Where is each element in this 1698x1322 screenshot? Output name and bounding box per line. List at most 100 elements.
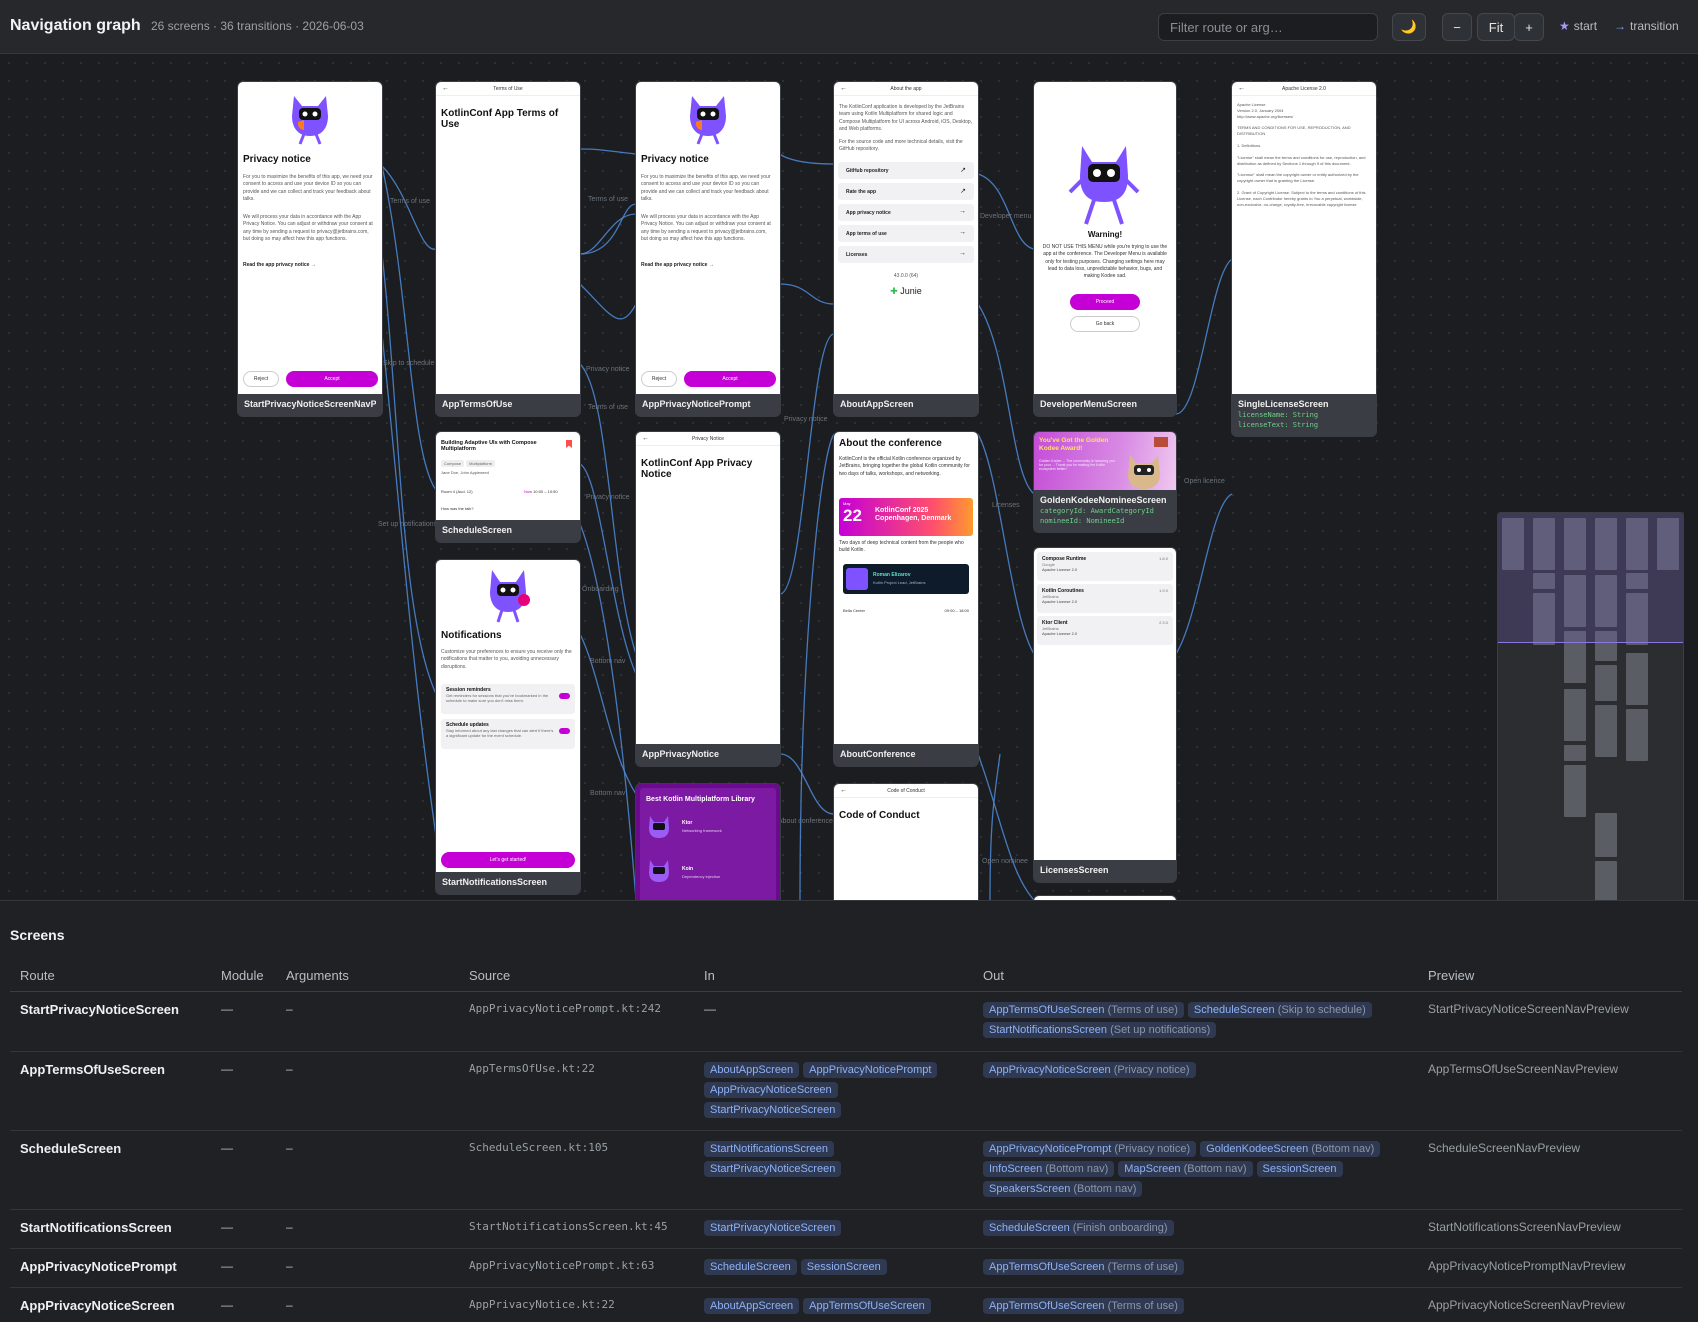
node-licenses-screen[interactable]: Compose Runtime Google Apache License 2.… bbox=[1034, 548, 1176, 882]
preview-heading: Privacy notice bbox=[641, 154, 709, 165]
route-chip[interactable]: MapScreen (Bottom nav) bbox=[1118, 1160, 1253, 1177]
table-row[interactable]: StartNotificationsScreen — – StartNotifi… bbox=[10, 1209, 1682, 1249]
route-chip[interactable]: GoldenKodeeScreen (Bottom nav) bbox=[1200, 1140, 1381, 1157]
source-cell: AppPrivacyNoticePrompt.kt:242 bbox=[459, 991, 694, 1052]
node-caption: AppPrivacyNoticePrompt bbox=[636, 394, 780, 416]
route-chip[interactable]: SessionScreen bbox=[800, 1258, 887, 1275]
license-text: http://www.apache.org/licenses/ bbox=[1237, 113, 1294, 119]
node-caption: DeveloperMenuScreen bbox=[1034, 394, 1176, 416]
node-developer-menu-screen[interactable]: Warning! DO NOT USE THIS MENU while you'… bbox=[1034, 82, 1176, 416]
preview-body: We will process your data in accordance … bbox=[641, 214, 771, 242]
top-bar: Navigation graph 26 screens · 36 transit… bbox=[0, 0, 1698, 54]
route-chip[interactable]: StartNotificationsScreen (Set up notific… bbox=[983, 1021, 1217, 1038]
module-cell: — bbox=[211, 991, 276, 1052]
session-time: Now 10:00 – 10:50 bbox=[524, 489, 558, 494]
session-speakers: Jane Doe, John Appleseed bbox=[441, 470, 489, 475]
edge-label: Privacy notice bbox=[586, 366, 630, 373]
column-header[interactable]: Out bbox=[973, 960, 1418, 992]
node-golden-kodee-category[interactable]: Best Kotlin Multiplatform Library Ktor N… bbox=[636, 784, 780, 900]
theme-toggle-button[interactable]: 🌙 bbox=[1392, 13, 1426, 41]
panel-title: Screens bbox=[10, 927, 65, 943]
route-chip[interactable]: AppPrivacyNoticeScreen (Privacy notice) bbox=[983, 1061, 1196, 1078]
reject-button: Reject bbox=[641, 371, 677, 387]
route-chip[interactable]: ScheduleScreen (Finish onboarding) bbox=[983, 1219, 1174, 1236]
route-chip[interactable]: AppTermsOfUseScreen bbox=[803, 1297, 931, 1314]
route-chip[interactable]: StartPrivacyNoticeScreen bbox=[704, 1219, 842, 1236]
route-chip[interactable]: AppPrivacyNoticePrompt bbox=[803, 1061, 938, 1078]
minimap-node bbox=[1626, 653, 1648, 705]
award-subtitle: Golden Kodee ... The community is honori… bbox=[1039, 459, 1115, 471]
column-header[interactable]: Preview bbox=[1418, 960, 1682, 992]
preview-top-bar: ← Privacy Notice bbox=[636, 432, 780, 446]
venue-time: 09:00 – 18:00 bbox=[944, 608, 969, 613]
venue-name: Bella Center bbox=[843, 608, 866, 613]
column-header[interactable]: In bbox=[694, 960, 973, 992]
route-chip[interactable]: ScheduleScreen bbox=[704, 1258, 797, 1275]
route-chip[interactable]: InfoScreen (Bottom nav) bbox=[983, 1160, 1115, 1177]
edge-label: About conference bbox=[778, 818, 833, 825]
zoom-in-button[interactable]: + bbox=[1514, 13, 1544, 41]
route-chip[interactable]: SpeakersScreen (Bottom nav) bbox=[983, 1180, 1143, 1197]
edge-label: Terms of use bbox=[390, 198, 431, 205]
edge bbox=[579, 213, 637, 255]
source-cell: AppTermsOfUse.kt:22 bbox=[459, 1051, 694, 1131]
route-chip[interactable]: StartPrivacyNoticeScreen bbox=[704, 1160, 842, 1177]
route-chip[interactable]: ScheduleScreen (Skip to schedule) bbox=[1187, 1001, 1372, 1018]
table-row[interactable]: ScheduleScreen — – ScheduleScreen.kt:105… bbox=[10, 1130, 1682, 1210]
table-row[interactable]: AppTermsOfUseScreen — – AppTermsOfUse.kt… bbox=[10, 1051, 1682, 1131]
node-schedule-screen[interactable]: Building Adaptive UIs with Compose Multi… bbox=[436, 432, 580, 542]
node-start-privacy-notice[interactable]: Privacy notice For you to maximize the b… bbox=[238, 82, 382, 416]
route-chip[interactable]: StartPrivacyNoticeScreen bbox=[704, 1101, 842, 1118]
route-chip[interactable]: AppPrivacyNoticePrompt (Privacy notice) bbox=[983, 1140, 1197, 1157]
node-app-privacy-notice[interactable]: ← Privacy Notice KotlinConf App Privacy N… bbox=[636, 432, 780, 766]
out-cell: AppPrivacyNoticeScreen (Privacy notice) bbox=[973, 1051, 1418, 1131]
graph-canvas[interactable]: Terms of use Skip to schedule Set up not… bbox=[0, 54, 1698, 900]
minimap[interactable] bbox=[1497, 512, 1684, 900]
preview-body: We will process your data in accordance … bbox=[243, 214, 373, 242]
column-header[interactable]: Source bbox=[459, 960, 694, 992]
route-chip[interactable]: AboutAppScreen bbox=[704, 1061, 800, 1078]
route-chip[interactable]: StartNotificationsScreen bbox=[704, 1140, 834, 1157]
node-about-conference[interactable]: About the conference KotlinConf is the o… bbox=[834, 432, 978, 766]
out-cell: AppPrivacyNoticePrompt (Privacy notice) G… bbox=[973, 1130, 1418, 1210]
node-app-terms-of-use[interactable]: ← Terms of Use KotlinConf App Terms of Us… bbox=[436, 82, 580, 416]
preview-body: For you to maximize the benefits of this… bbox=[243, 174, 373, 202]
fit-button[interactable]: Fit bbox=[1477, 13, 1515, 41]
route-chip[interactable]: AboutAppScreen bbox=[704, 1297, 800, 1314]
edge bbox=[1175, 493, 1233, 655]
route-cell: AppPrivacyNoticePrompt bbox=[10, 1248, 211, 1288]
node-golden-kodee-nominee-screen[interactable]: You've Got the Golden Kodee Award! Golde… bbox=[1034, 432, 1176, 532]
route-chip[interactable]: AppTermsOfUseScreen (Terms of use) bbox=[983, 1297, 1184, 1314]
filter-input[interactable] bbox=[1158, 13, 1378, 41]
route-chip[interactable]: AppPrivacyNoticeScreen bbox=[704, 1081, 838, 1098]
legend-start: ★ start bbox=[1559, 19, 1598, 33]
minimap-node bbox=[1595, 861, 1617, 900]
table-row[interactable]: StartPrivacyNoticeScreen — – AppPrivacyN… bbox=[10, 991, 1682, 1052]
source-cell: AppPrivacyNotice.kt:22 bbox=[459, 1287, 694, 1322]
toggle-row: Session reminders Get reminders for sess… bbox=[441, 684, 575, 714]
node-arg: categoryId: AwardCategoryId bbox=[1040, 507, 1154, 515]
route-chip[interactable]: AppTermsOfUseScreen (Terms of use) bbox=[983, 1001, 1184, 1018]
zoom-out-button[interactable]: − bbox=[1442, 13, 1472, 41]
node-about-app-screen[interactable]: ← About the app The KotlinConf applicatio… bbox=[834, 82, 978, 416]
route-chip[interactable]: AppTermsOfUseScreen (Terms of use) bbox=[983, 1258, 1184, 1275]
table-row[interactable]: AppPrivacyNoticePrompt — – AppPrivacyNot… bbox=[10, 1248, 1682, 1288]
table-row[interactable]: AppPrivacyNoticeScreen — – AppPrivacyNot… bbox=[10, 1287, 1682, 1322]
junie-logo: ✚ Junie bbox=[890, 285, 922, 296]
node-single-license-screen[interactable]: ← Apache License 2.0 Apache License Versi… bbox=[1232, 82, 1376, 436]
column-header[interactable]: Arguments bbox=[276, 960, 459, 992]
privacy-link: Read the app privacy notice → bbox=[641, 262, 714, 268]
node-code-of-conduct[interactable]: ← Code of Conduct Code of Conduct bbox=[834, 784, 978, 900]
node-app-privacy-notice-prompt[interactable]: Privacy notice For you to maximize the b… bbox=[636, 82, 780, 416]
edge bbox=[381, 333, 437, 837]
about-row: GitHub repository ↗ bbox=[838, 161, 974, 179]
column-header[interactable]: Module bbox=[211, 960, 276, 992]
column-header[interactable]: Route bbox=[10, 960, 211, 992]
about-row: Rate the app ↗ bbox=[838, 182, 974, 200]
edge-label: Terms of use bbox=[588, 196, 629, 203]
route-chip[interactable]: SessionScreen bbox=[1256, 1160, 1343, 1177]
node-start-notifications-screen[interactable]: Notifications Customize your preferences… bbox=[436, 560, 580, 894]
preview-cell: AppPrivacyNoticePromptNavPreview bbox=[1418, 1248, 1682, 1288]
edge bbox=[977, 173, 1035, 250]
minimap-viewport[interactable] bbox=[1498, 513, 1683, 643]
